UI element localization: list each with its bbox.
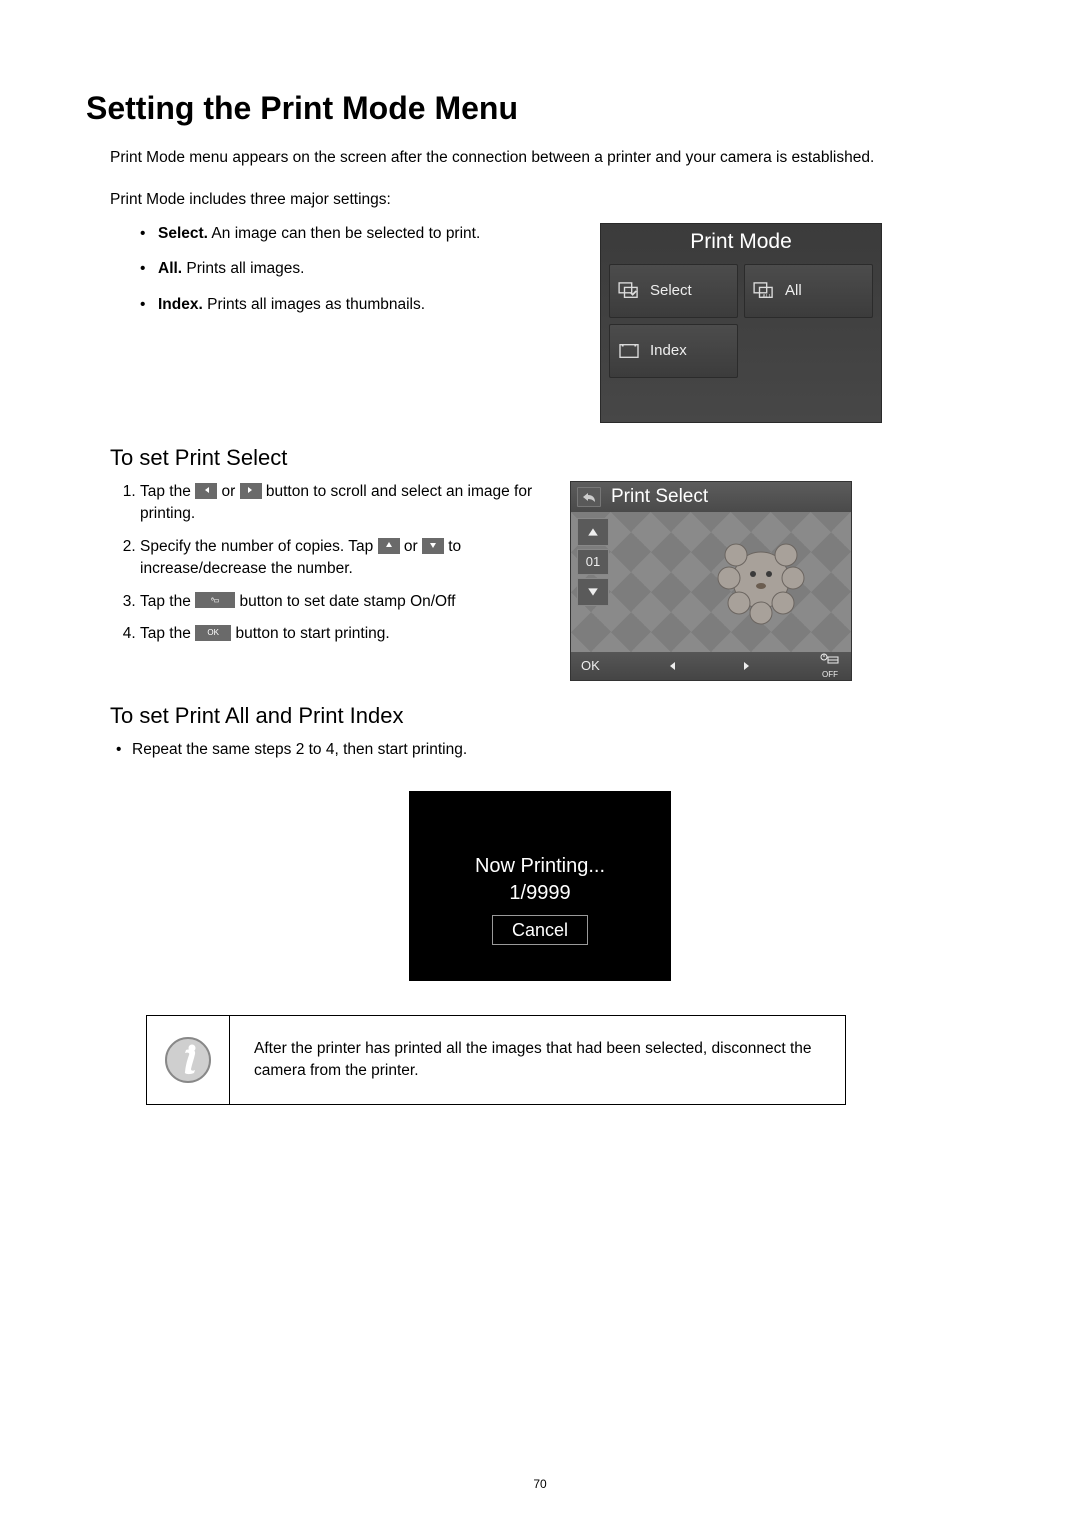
bullet-text: Prints all images. xyxy=(182,260,304,277)
option-index[interactable]: Index xyxy=(609,324,738,378)
next-icon xyxy=(240,483,262,499)
bullet-bold: Select. xyxy=(158,225,208,242)
print-select-screen: Print Select 01 xyxy=(570,481,852,681)
cancel-button[interactable]: Cancel xyxy=(492,915,588,945)
date-stamp-state: OFF xyxy=(822,670,838,679)
option-select[interactable]: Select xyxy=(609,264,738,318)
step-text: or xyxy=(221,483,239,500)
back-button[interactable] xyxy=(577,487,601,507)
note-text: After the printer has printed all the im… xyxy=(230,1016,845,1103)
next-button[interactable] xyxy=(741,659,755,673)
note-box: After the printer has printed all the im… xyxy=(146,1015,846,1104)
steps-list: Tap the or button to scroll and select a… xyxy=(110,481,540,646)
option-label: All xyxy=(785,282,802,299)
heading-print-all-index: To set Print All and Print Index xyxy=(110,703,994,729)
bullet-bold: Index. xyxy=(158,296,203,313)
now-printing-screen: Now Printing... 1/9999 Cancel xyxy=(409,791,671,981)
option-all[interactable]: ALL All xyxy=(744,264,873,318)
subheading-text: Print Mode includes three major settings… xyxy=(110,191,994,209)
step-item: Tap the OK button to start printing. xyxy=(140,623,540,645)
bullet-bold: All. xyxy=(158,260,182,277)
heading-print-select: To set Print Select xyxy=(110,445,994,471)
settings-list: Select. An image can then be selected to… xyxy=(140,223,570,316)
info-icon xyxy=(147,1016,230,1103)
page-title: Setting the Print Mode Menu xyxy=(86,90,994,127)
repeat-step-item: Repeat the same steps 2 to 4, then start… xyxy=(116,739,994,761)
screen1-title: Print Mode xyxy=(601,224,881,264)
option-label: Select xyxy=(650,282,692,299)
select-icon xyxy=(618,282,640,300)
step-text: Tap the xyxy=(140,483,195,500)
bullet-text: Prints all images as thumbnails. xyxy=(203,296,425,313)
step-text: Tap the xyxy=(140,625,195,642)
option-label: Index xyxy=(650,342,687,359)
copy-count: 01 xyxy=(577,549,609,575)
list-item: Select. An image can then be selected to… xyxy=(140,223,570,245)
step-text: Specify the number of copies. Tap xyxy=(140,538,378,555)
prev-button[interactable] xyxy=(664,659,678,673)
ok-button[interactable]: OK xyxy=(581,658,600,673)
index-icon xyxy=(618,342,640,360)
step-item: Tap the button to set date stamp On/Off xyxy=(140,591,540,613)
date-stamp-button[interactable]: OFF xyxy=(819,653,841,679)
list-item: Index. Prints all images as thumbnails. xyxy=(140,294,570,316)
step-text: Tap the xyxy=(140,593,195,610)
up-icon xyxy=(378,538,400,554)
printing-status: Now Printing... xyxy=(409,853,671,880)
date-stamp-icon xyxy=(195,592,235,608)
increase-button[interactable] xyxy=(577,518,609,546)
ok-icon: OK xyxy=(195,625,231,641)
repeat-steps-list: Repeat the same steps 2 to 4, then start… xyxy=(116,739,994,761)
bullet-text: An image can then be selected to print. xyxy=(208,225,480,242)
screen2-title: Print Select xyxy=(611,486,708,508)
step-text: button to set date stamp On/Off xyxy=(239,593,455,610)
preview-image xyxy=(691,520,831,640)
step-text: button to start printing. xyxy=(235,625,389,642)
intro-text: Print Mode menu appears on the screen af… xyxy=(110,147,994,169)
down-icon xyxy=(422,538,444,554)
print-mode-screen: Print Mode Select ALL All Index xyxy=(600,223,882,423)
step-item: Tap the or button to scroll and select a… xyxy=(140,481,540,526)
decrease-button[interactable] xyxy=(577,578,609,606)
list-item: All. Prints all images. xyxy=(140,258,570,280)
step-text: or xyxy=(404,538,422,555)
svg-text:ALL: ALL xyxy=(762,294,772,300)
step-item: Specify the number of copies. Tap or to … xyxy=(140,536,540,581)
printing-progress: 1/9999 xyxy=(409,880,671,907)
all-icon: ALL xyxy=(753,282,775,300)
prev-icon xyxy=(195,483,217,499)
page-number: 70 xyxy=(0,1477,1080,1491)
